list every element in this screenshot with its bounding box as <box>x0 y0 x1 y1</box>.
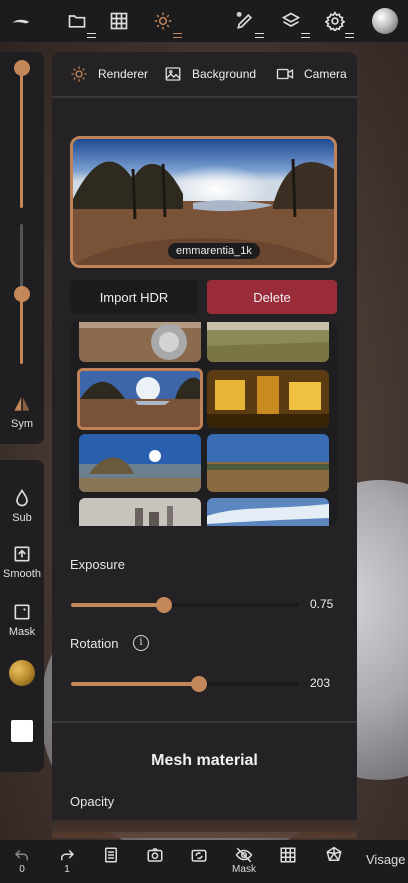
opacity-label: Opacity <box>70 794 115 809</box>
sym-label: Sym <box>11 418 33 430</box>
hdr-name-badge: emmarentia_1k <box>168 243 260 259</box>
redo-button[interactable]: 1 <box>51 846 83 875</box>
document-icon <box>105 847 117 863</box>
bottom-toolbar: 0 1 Mask Visage <box>0 840 408 883</box>
exposure-slider[interactable] <box>71 597 299 613</box>
tab-background-label: Background <box>192 67 257 81</box>
sun-icon[interactable] <box>150 8 182 38</box>
divider <box>52 721 357 723</box>
radius-slider-knob[interactable] <box>14 60 30 76</box>
brush-icon[interactable] <box>232 8 264 38</box>
camera-icon <box>276 68 294 80</box>
reset-camera-button[interactable] <box>183 846 215 864</box>
radius-slider-track[interactable] <box>20 70 23 208</box>
screenshot-button[interactable] <box>139 846 171 864</box>
gear-icon[interactable] <box>322 8 354 38</box>
sun-icon <box>71 66 87 82</box>
image-icon <box>165 67 181 81</box>
color-swatch-button[interactable] <box>11 720 33 742</box>
rotation-slider-knob[interactable] <box>191 676 207 692</box>
camera-rotate-icon <box>191 849 207 862</box>
camera-capture-icon <box>147 848 163 862</box>
rotation-value: 203 <box>310 676 331 690</box>
intensity-slider-knob[interactable] <box>14 286 30 302</box>
tab-renderer-label: Renderer <box>98 67 149 81</box>
exposure-slider-fill <box>71 603 164 607</box>
panel-bottom-fade <box>52 820 357 838</box>
delete-button[interactable]: Delete <box>207 280 337 314</box>
wireframe-button[interactable] <box>272 846 304 864</box>
undo-count: 0 <box>19 864 25 875</box>
layers-icon[interactable] <box>278 8 310 38</box>
top-toolbar <box>0 0 408 42</box>
tab-camera-label: Camera <box>304 67 347 81</box>
rotation-label: Rotation <box>70 636 119 651</box>
redo-icon <box>61 849 75 861</box>
hdr-thumbnail[interactable] <box>207 498 329 526</box>
grid-icon <box>280 847 296 863</box>
undo-button[interactable]: 0 <box>6 846 38 875</box>
smooth-label: Smooth <box>3 568 41 580</box>
info-icon[interactable]: i <box>133 635 149 651</box>
visage-label[interactable]: Visage <box>366 852 406 867</box>
sym-button[interactable]: Sym <box>0 394 44 430</box>
material-sphere-icon[interactable] <box>372 8 398 34</box>
left-sliders-panel: Sym <box>0 52 44 444</box>
hdr-thumbnail[interactable] <box>207 370 329 428</box>
rotation-slider[interactable] <box>71 676 299 692</box>
topology-button[interactable] <box>318 846 350 864</box>
mask-tool-icon <box>14 604 30 620</box>
exposure-slider-knob[interactable] <box>156 597 172 613</box>
smooth-icon <box>14 546 30 562</box>
drop-icon <box>16 488 28 507</box>
polyhedron-icon <box>326 846 342 861</box>
divider <box>52 96 357 98</box>
hdr-thumbnail[interactable] <box>79 434 201 492</box>
intensity-slider-track[interactable] <box>20 296 23 364</box>
exposure-value: 0.75 <box>310 597 334 611</box>
tab-renderer[interactable]: Renderer <box>70 64 148 84</box>
exposure-label: Exposure <box>70 557 125 572</box>
tab-background[interactable]: Background <box>164 64 256 84</box>
render-settings-panel: Renderer Background Camera emmarentia_1k… <box>52 52 357 832</box>
app-logo-icon[interactable] <box>8 8 34 34</box>
sub-label: Sub <box>12 512 32 524</box>
hide-mask-button[interactable]: Mask <box>226 846 262 875</box>
rotation-slider-fill <box>71 682 199 686</box>
smooth-button[interactable]: Smooth <box>0 544 44 580</box>
section-title: Mesh material <box>151 752 258 769</box>
mask-button[interactable]: Mask <box>0 602 44 638</box>
hdr-thumbnail-selected[interactable] <box>77 368 203 430</box>
mask-bottom-label: Mask <box>232 864 256 875</box>
hdr-thumbnail[interactable] <box>207 434 329 492</box>
matcap-sphere-button[interactable] <box>9 660 35 686</box>
hdr-thumbnail-grid[interactable] <box>70 322 337 526</box>
tab-camera[interactable]: Camera <box>276 64 347 84</box>
undo-icon <box>14 849 28 861</box>
hdr-preview: emmarentia_1k <box>70 136 337 268</box>
sub-button[interactable]: Sub <box>0 488 44 524</box>
mask-label: Mask <box>8 626 36 638</box>
grid-icon[interactable] <box>106 8 132 34</box>
hdr-thumbnail[interactable] <box>79 322 201 362</box>
redo-count: 1 <box>64 864 70 875</box>
folder-icon[interactable] <box>64 8 96 38</box>
eye-off-icon <box>235 847 253 863</box>
document-button[interactable] <box>95 846 127 864</box>
hdr-thumbnail[interactable] <box>79 498 201 526</box>
import-hdr-button[interactable]: Import HDR <box>70 280 198 314</box>
hdr-thumbnail[interactable] <box>207 322 329 362</box>
symmetry-icon <box>14 397 30 411</box>
